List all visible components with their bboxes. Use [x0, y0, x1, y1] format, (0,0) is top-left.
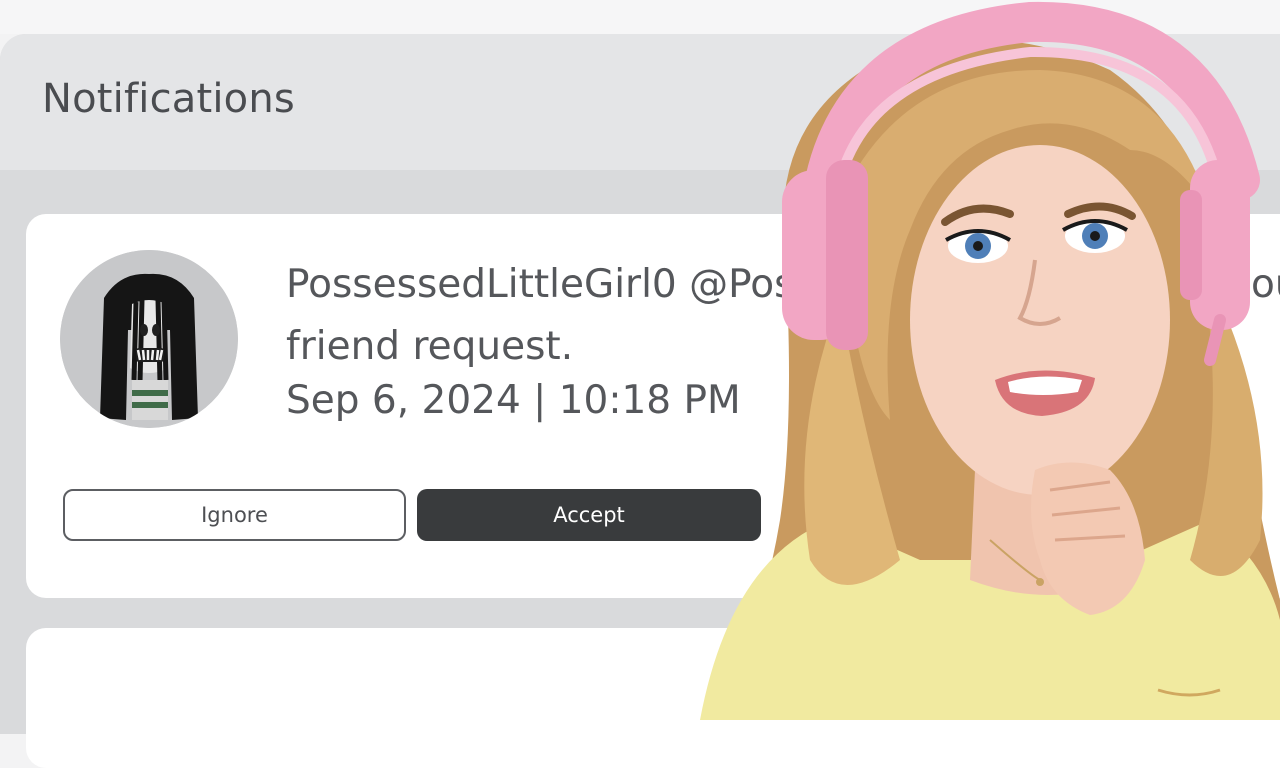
horror-girl-avatar-icon [60, 250, 238, 428]
notification-timestamp: Sep 6, 2024 | 10:18 PM [286, 378, 741, 423]
ignore-button[interactable]: Ignore [63, 489, 406, 541]
streamer-photo [700, 1, 1280, 720]
panel-title: Notifications [42, 76, 295, 122]
avatar[interactable] [60, 250, 238, 428]
